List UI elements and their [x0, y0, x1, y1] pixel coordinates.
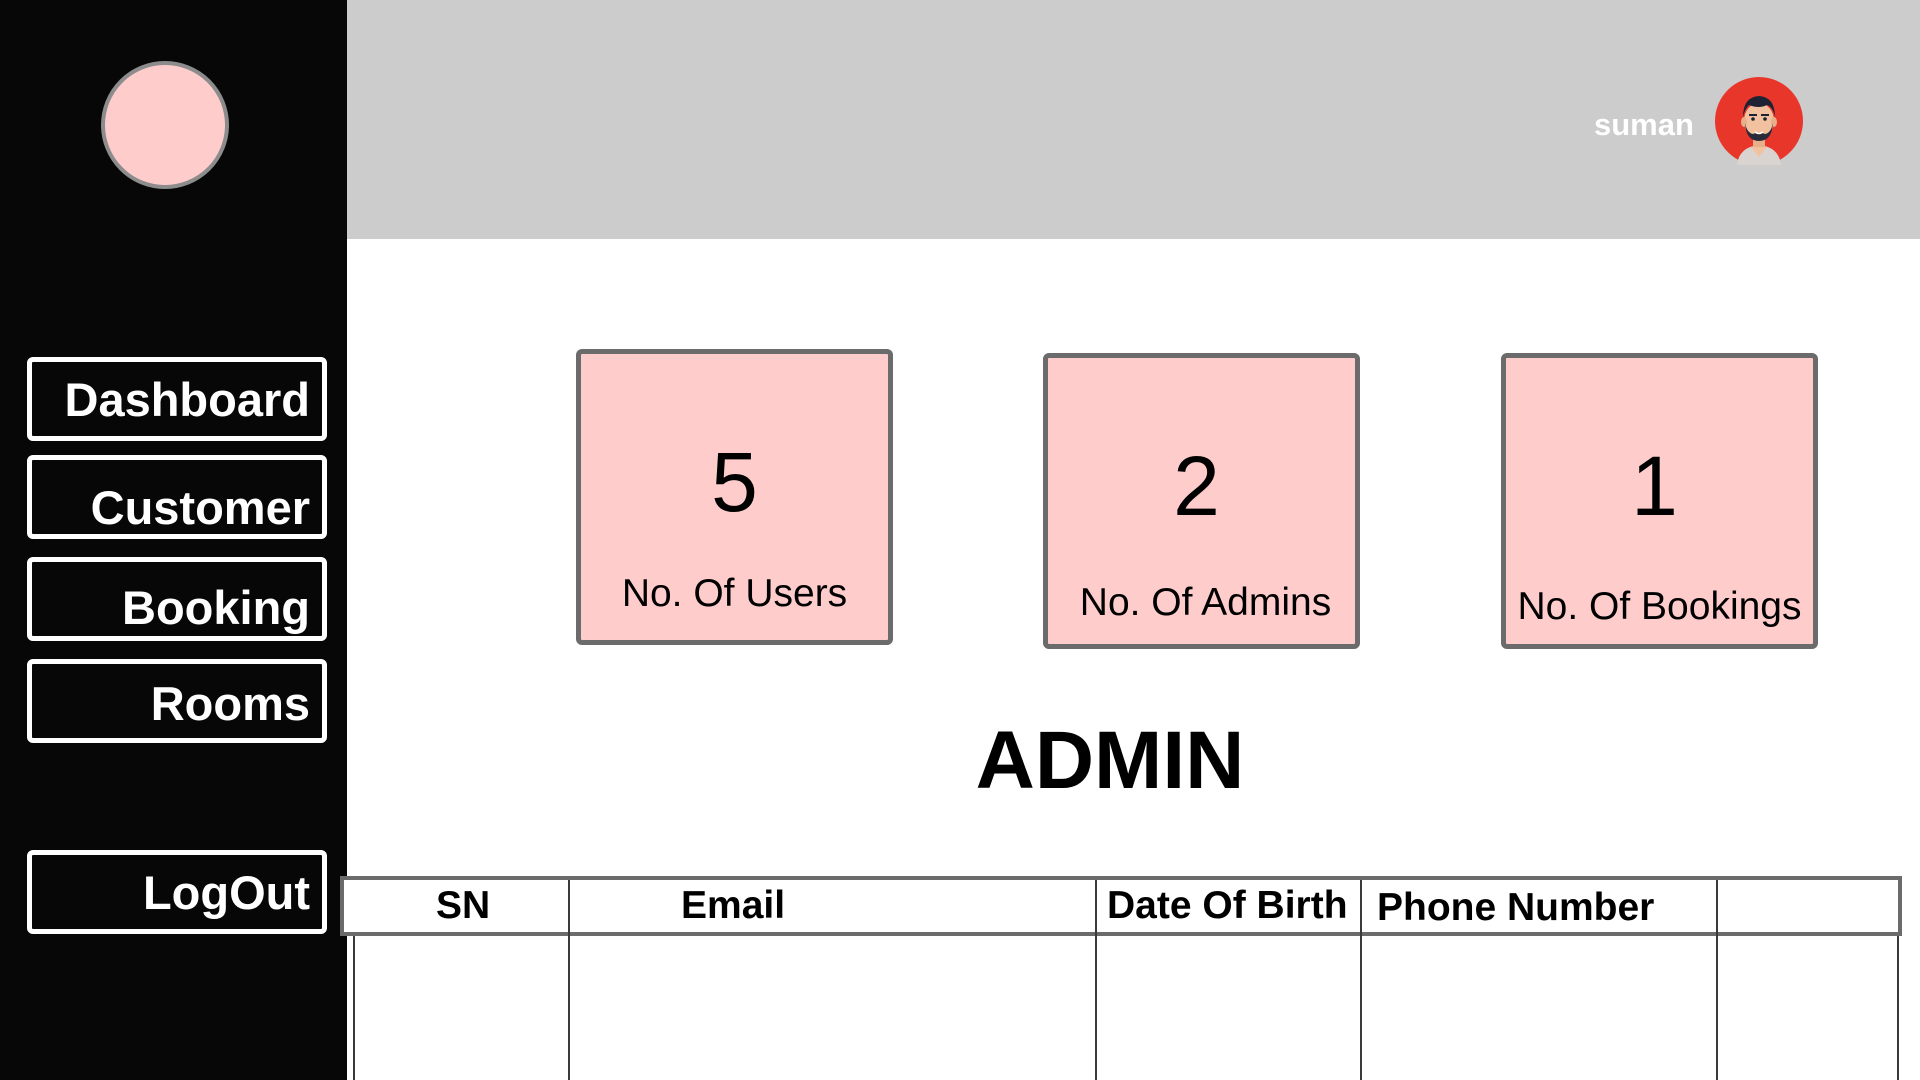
sidebar-item-rooms[interactable]: Rooms: [27, 659, 327, 743]
stat-label: No. Of Users: [621, 572, 848, 615]
column-divider: [568, 880, 570, 1080]
sidebar-item-booking[interactable]: Booking: [27, 557, 327, 641]
table-header: SN Email Date Of Birth Phone Number: [340, 876, 1902, 936]
sidebar: Dashboard Customer Booking Rooms LogOut: [0, 0, 347, 1080]
column-header-phone: Phone Number: [1377, 886, 1655, 929]
column-divider: [1716, 880, 1718, 1080]
column-header-email: Email: [681, 884, 786, 927]
logout-label: LogOut: [142, 866, 310, 919]
stat-card-users: 5 No. Of Users: [576, 349, 893, 645]
table-right-border: [1897, 936, 1899, 1080]
stat-card-admins: 2 No. Of Admins: [1043, 353, 1360, 649]
logout-button[interactable]: LogOut: [27, 850, 327, 934]
table-left-border: [353, 936, 355, 1080]
stat-label: No. Of Bookings: [1517, 585, 1802, 628]
stat-value: 5: [711, 435, 758, 529]
sidebar-item-label: Customer: [90, 481, 310, 534]
column-header-dob: Date Of Birth: [1107, 884, 1348, 927]
column-header-sn: SN: [436, 884, 491, 927]
username-label: suman: [1594, 107, 1694, 142]
sidebar-item-label: Rooms: [150, 677, 310, 730]
stat-value: 1: [1631, 439, 1678, 533]
stat-value: 2: [1173, 439, 1220, 533]
sidebar-item-label: Dashboard: [64, 373, 311, 426]
logo-circle-icon: [101, 61, 229, 189]
stat-label: No. Of Admins: [1079, 581, 1332, 624]
page-title: ADMIN: [975, 715, 1245, 806]
sidebar-item-label: Booking: [122, 581, 310, 634]
sidebar-item-customer[interactable]: Customer: [27, 455, 327, 539]
sidebar-item-dashboard[interactable]: Dashboard: [27, 357, 327, 441]
stat-card-bookings: 1 No. Of Bookings: [1501, 353, 1818, 649]
column-divider: [1360, 880, 1362, 1080]
user-avatar-icon[interactable]: [1715, 77, 1803, 165]
column-divider: [1095, 880, 1097, 1080]
admin-dashboard: Dashboard Customer Booking Rooms LogOut …: [0, 0, 1920, 1080]
